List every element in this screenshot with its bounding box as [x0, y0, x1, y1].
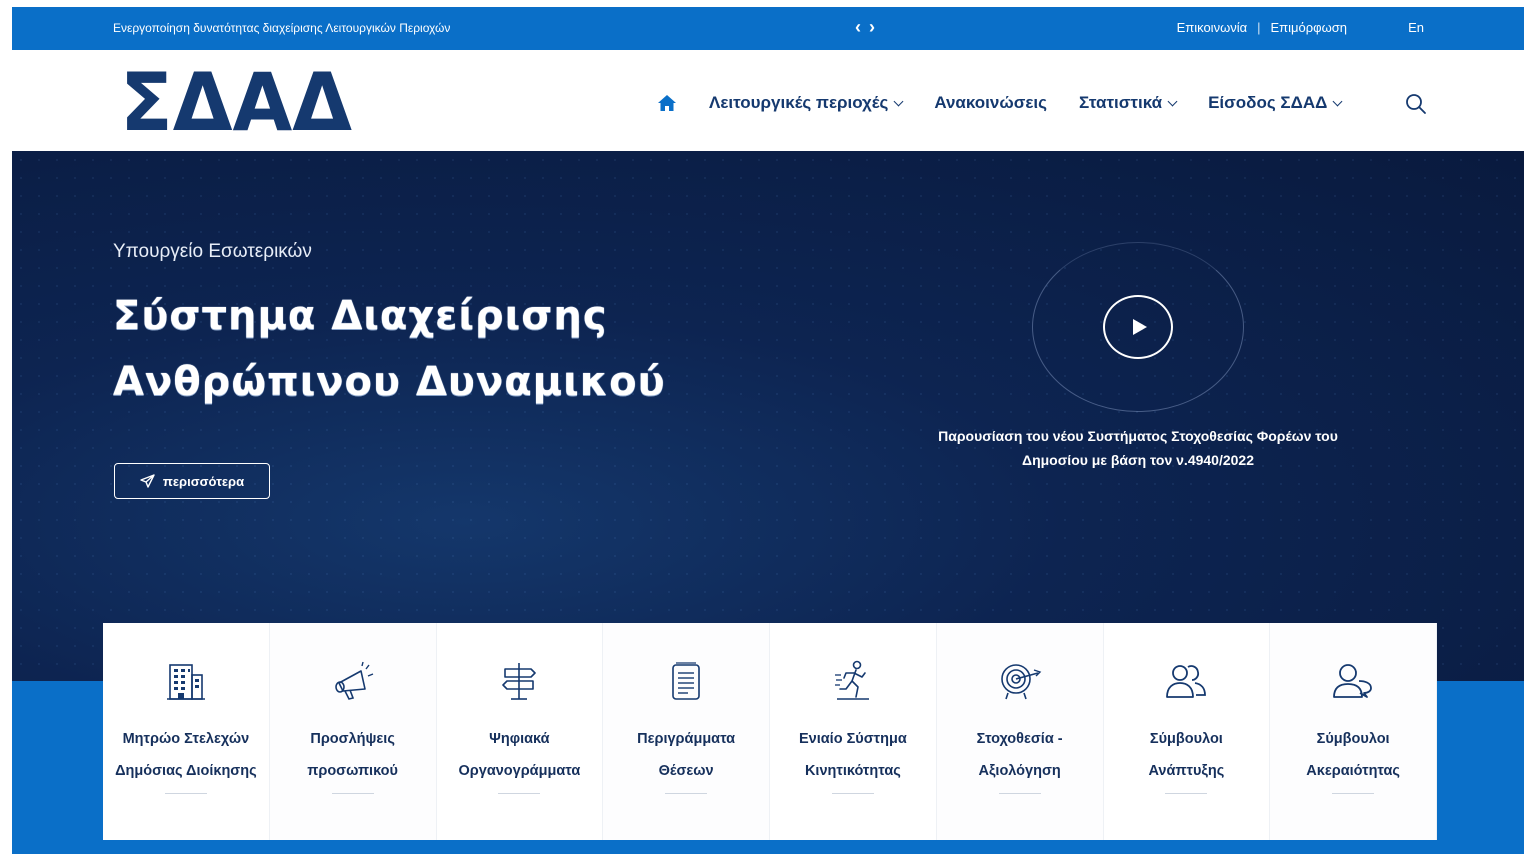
runner-icon [834, 660, 869, 700]
card-label: Ψηφιακά Οργανογράμματα [444, 723, 594, 787]
card-mobility-system[interactable]: Ενιαίο Σύστημα Κινητικότητας [770, 623, 937, 840]
ticker-next-button[interactable]: › [869, 17, 883, 38]
hero-dot-pattern [12, 151, 1524, 681]
play-icon [1133, 319, 1147, 335]
card-divider [1165, 793, 1208, 794]
card-label-line1: Περιγράμματα [637, 731, 736, 747]
card-label-line2: προσωπικού [307, 763, 398, 779]
nav-functional-areas-label: Λειτουργικές περιοχές [709, 93, 889, 112]
card-divider [665, 793, 708, 794]
card-label: Μητρώο Στελεχών Δημόσιας Διοίκησης [106, 723, 266, 787]
card-label-line2: Κινητικότητας [804, 763, 901, 779]
ticker-controls: ‹› [855, 17, 883, 38]
card-label: Στοχοθεσία - Αξιολόγηση [945, 723, 1095, 787]
card-label: Προσλήψεις προσωπικού [278, 723, 428, 787]
news-ticker[interactable]: Ενεργοποίηση δυνατότητας διαχείρισης Λει… [113, 21, 450, 35]
card-digital-org-charts[interactable]: Ψηφιακά Οργανογράμματα [436, 623, 604, 840]
svg-text:ΣΔΑΔ: ΣΔΑΔ [120, 66, 352, 136]
training-link[interactable]: Επιμόρφωση [1271, 20, 1347, 35]
card-label: Ενιαίο Σύστημα Κινητικότητας [778, 723, 928, 787]
card-label-line1: Ενιαίο Σύστημα [798, 731, 907, 747]
nav-announcements[interactable]: Ανακοινώσεις [934, 93, 1047, 113]
nav-login[interactable]: Είσοδος ΣΔΑΔ [1208, 93, 1343, 113]
nav-statistics[interactable]: Στατιστικά [1078, 93, 1178, 113]
chevron-down-icon [1167, 96, 1178, 106]
card-divider [831, 793, 874, 794]
card-divider [1332, 793, 1375, 794]
hero-banner: Υπουργείο Εσωτερικών Σύστημα Διαχείρισης… [12, 151, 1524, 681]
card-label-line2: Δημόσιας Διοίκησης [115, 763, 257, 779]
card-label: Περιγράμματα Θέσεων [611, 723, 761, 787]
card-label-line2: Θέσεων [658, 763, 714, 779]
card-label-line1: Προσλήψεις [310, 731, 395, 747]
card-label: Σύμβουλοι Ακεραιότητας [1278, 723, 1428, 787]
video-caption[interactable]: Παρουσίαση του νέου Συστήματος Στοχοθεσί… [907, 424, 1369, 472]
hero-title: Σύστημα Διαχείρισης Ανθρώπινου Δυναμικού [113, 283, 713, 415]
card-recruitment[interactable]: Προσλήψεις προσωπικού [269, 623, 437, 840]
nav-announcements-label: Ανακοινώσεις [934, 93, 1047, 112]
chevron-down-icon [1332, 96, 1343, 106]
card-label-line2: Αξιολόγηση [978, 763, 1061, 779]
card-label: Σύμβουλοι Ανάπτυξης [1111, 723, 1261, 787]
card-label-line1: Μητρώο Στελεχών [122, 731, 250, 747]
main-nav: Λειτουργικές περιοχές Ανακοινώσεις Στατι… [657, 93, 1373, 113]
megaphone-icon [334, 661, 373, 700]
target-icon [1000, 664, 1041, 700]
hero-subtitle: Υπουργείο Εσωτερικών [113, 241, 312, 262]
card-label-line2: Ανάπτυξης [1148, 763, 1225, 779]
card-development-advisors[interactable]: Σύμβουλοι Ανάπτυξης [1103, 623, 1271, 840]
card-label-line1: Ψηφιακά [489, 731, 550, 747]
card-label-line1: Σύμβουλοι [1316, 731, 1390, 747]
document-icon [672, 662, 700, 700]
nav-statistics-label: Στατιστικά [1078, 93, 1163, 112]
building-icon [166, 664, 205, 700]
chevron-down-icon [893, 96, 904, 106]
hero-title-line2: Ανθρώπινου Δυναμικού [113, 359, 666, 405]
page: Ενεργοποίηση δυνατότητας διαχείρισης Λει… [12, 7, 1524, 854]
users-icon [1166, 665, 1207, 698]
more-button[interactable]: περισσότερα [114, 463, 270, 499]
search-icon[interactable] [1405, 93, 1427, 115]
send-icon [140, 474, 155, 488]
nav-login-label: Είσοδος ΣΔΑΔ [1208, 93, 1328, 112]
card-label-line2: Οργανογράμματα [458, 763, 581, 779]
card-label-line2: Ακεραιότητας [1306, 763, 1400, 779]
card-label-line1: Σύμβουλοι [1149, 731, 1223, 747]
home-icon[interactable] [657, 94, 677, 112]
hero-title-line1: Σύστημα Διαχείρισης [113, 293, 608, 339]
card-label-line1: Στοχοθεσία - [976, 731, 1063, 747]
card-job-descriptions[interactable]: Περιγράμματα Θέσεων [603, 623, 770, 840]
language-switch[interactable]: En [1408, 20, 1424, 35]
top-bar: Ενεργοποίηση δυνατότητας διαχείρισης Λει… [12, 7, 1524, 50]
card-goals-evaluation[interactable]: Στοχοθεσία - Αξιολόγηση [936, 623, 1104, 840]
card-divider [331, 793, 374, 794]
signpost-icon [502, 663, 537, 700]
play-video-button[interactable] [1103, 295, 1173, 359]
separator: | [1257, 20, 1261, 35]
card-divider [998, 793, 1041, 794]
top-links: Επικοινωνία | Επιμόρφωση [1177, 20, 1347, 35]
header: ΣΔΑΔ Λειτουργικές περιοχές Ανακοινώσεις … [12, 50, 1524, 151]
more-button-label: περισσότερα [162, 473, 245, 489]
card-divider [164, 793, 207, 794]
card-staff-registry[interactable]: Μητρώο Στελεχών Δημόσιας Διοίκησης [103, 623, 270, 840]
service-cards: Μητρώο Στελεχών Δημόσιας Διοίκησης Προσλ… [103, 623, 1437, 840]
ticker-prev-button[interactable]: ‹ [855, 17, 869, 38]
user-chat-icon [1333, 664, 1373, 698]
contact-link[interactable]: Επικοινωνία [1177, 20, 1248, 35]
nav-functional-areas[interactable]: Λειτουργικές περιοχές [709, 93, 904, 113]
card-integrity-advisors[interactable]: Σύμβουλοι Ακεραιότητας [1270, 623, 1437, 840]
card-divider [498, 793, 541, 794]
sdad-logo[interactable]: ΣΔΑΔ [120, 66, 355, 136]
